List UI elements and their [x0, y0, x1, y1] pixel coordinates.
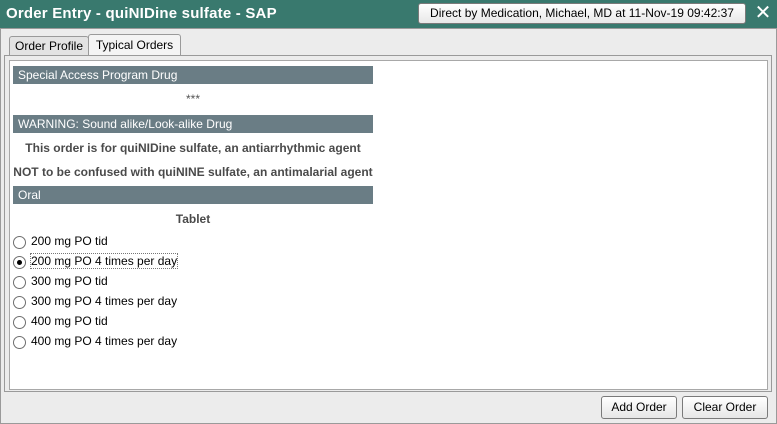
order-option-radio[interactable]: 300 mg PO 4 times per day — [13, 293, 273, 311]
close-icon[interactable]: ✕ — [753, 2, 773, 24]
order-option-label: 200 mg PO 4 times per day — [29, 253, 179, 269]
tab-typical-orders[interactable]: Typical Orders — [88, 34, 181, 55]
oral-header: Oral — [13, 186, 373, 204]
order-option-radio[interactable]: 300 mg PO tid — [13, 273, 273, 291]
order-option-radio[interactable]: 200 mg PO tid — [13, 233, 273, 251]
clear-order-button[interactable]: Clear Order — [682, 396, 768, 419]
order-option-label: 200 mg PO tid — [31, 234, 108, 248]
order-option-label: 400 mg PO tid — [31, 314, 108, 328]
title-bar: Order Entry - quiNIDine sulfate - SAP Di… — [0, 0, 777, 28]
order-option-label: 300 mg PO 4 times per day — [31, 294, 178, 308]
warning-line-1: This order is for quiNIDine sulfate, an … — [25, 141, 361, 155]
special-access-note: *** — [185, 92, 200, 106]
window-title: Order Entry - quiNIDine sulfate - SAP — [6, 5, 277, 22]
special-access-header: Special Access Program Drug — [13, 66, 373, 84]
radio-button-icon[interactable] — [13, 276, 26, 289]
order-option-label: 300 mg PO tid — [31, 274, 108, 288]
warning-header: WARNING: Sound alike/Look-alike Drug — [13, 115, 373, 133]
order-option-radio[interactable]: 400 mg PO 4 times per day — [13, 333, 273, 351]
radio-button-icon[interactable] — [13, 236, 26, 249]
tab-order-profile[interactable]: Order Profile — [9, 36, 89, 55]
order-option-radio[interactable]: 400 mg PO tid — [13, 313, 273, 331]
order-option-radio[interactable]: 200 mg PO 4 times per day — [13, 253, 273, 271]
radio-button-icon[interactable] — [13, 336, 26, 349]
radio-selected-dot — [17, 260, 22, 265]
add-order-button[interactable]: Add Order — [601, 396, 677, 419]
radio-button-icon[interactable] — [13, 296, 26, 309]
radio-button-icon[interactable] — [13, 316, 26, 329]
radio-button-icon[interactable] — [13, 256, 26, 269]
dose-form-label: Tablet — [175, 212, 211, 226]
warning-line-2: NOT to be confused with quiNINE sulfate,… — [13, 165, 373, 179]
order-option-label: 400 mg PO 4 times per day — [31, 334, 178, 348]
provider-button[interactable]: Direct by Medication, Michael, MD at 11-… — [418, 3, 746, 24]
